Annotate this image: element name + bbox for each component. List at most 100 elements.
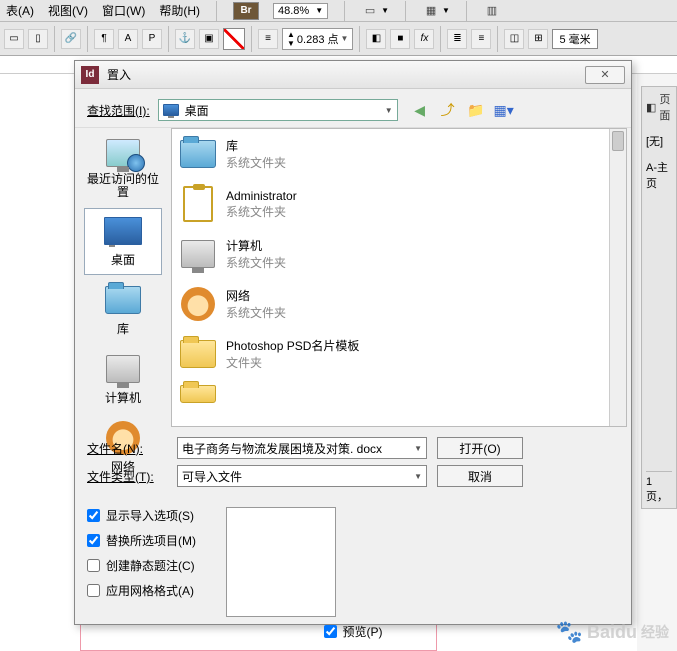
place-label: 计算机 [105, 389, 141, 406]
separator [344, 1, 345, 21]
filetype-combo[interactable]: 可导入文件 ▼ [177, 465, 427, 487]
wrap-icon[interactable]: ▣ [199, 29, 219, 49]
bridge-button[interactable]: Br [233, 2, 259, 20]
anchor-icon[interactable]: ⚓ [175, 29, 195, 49]
open-button[interactable]: 打开(O) [437, 437, 523, 459]
folder-icon [180, 340, 216, 368]
check-label: 显示导入选项(S) [106, 507, 194, 524]
view-menu-icon[interactable]: ▦▾ [494, 100, 514, 120]
menu-help[interactable]: 帮助(H) [159, 2, 200, 19]
view-mode-icon[interactable]: ▭ [361, 2, 379, 20]
menu-window[interactable]: 窗口(W) [102, 2, 145, 19]
file-sub: 文件夹 [226, 354, 359, 371]
separator [251, 26, 252, 52]
separator [405, 1, 406, 21]
swatch-icon[interactable]: ■ [390, 29, 410, 49]
place-library[interactable]: 库 [84, 277, 162, 344]
chevron-down-icon: ▼ [414, 472, 422, 481]
size-field[interactable]: 5 毫米 [552, 29, 597, 49]
checkbox[interactable] [87, 559, 100, 572]
check-label: 替换所选项目(M) [106, 532, 196, 549]
computer-icon [106, 355, 140, 383]
dialog-title: 置入 [107, 66, 577, 83]
stroke-icon[interactable]: ≡ [258, 29, 278, 49]
fx-icon[interactable]: fx [414, 29, 434, 49]
list-icon[interactable]: ≡ [471, 29, 491, 49]
place-label: 最近访问的位置 [85, 173, 161, 199]
pages-panel[interactable]: ◧页面 [无] A-主页 1 页， [641, 86, 677, 509]
list-item[interactable]: Photoshop PSD名片模板文件夹 [172, 329, 626, 379]
align-icon[interactable]: ¶ [94, 29, 114, 49]
checkbox[interactable] [87, 509, 100, 522]
place-desktop[interactable]: 桌面 [84, 208, 162, 275]
close-button[interactable]: ✕ [585, 66, 625, 84]
stroke-weight[interactable]: ▲▼ 0.283 点 ▼ [282, 28, 353, 50]
para-icon[interactable]: ≣ [447, 29, 467, 49]
checkbox[interactable] [87, 584, 100, 597]
static-caption-check[interactable]: 创建静态题注(C) [87, 557, 196, 574]
text-p-icon[interactable]: P [142, 29, 162, 49]
paw-icon: 🐾 [556, 619, 583, 645]
link-icon[interactable]: 🔗 [61, 29, 81, 49]
menu-table[interactable]: 表(A) [6, 2, 34, 19]
menu-view[interactable]: 视图(V) [48, 2, 88, 19]
up-icon[interactable]: ⤴ [438, 100, 458, 120]
cancel-button[interactable]: 取消 [437, 465, 523, 487]
show-import-options-check[interactable]: 显示导入选项(S) [87, 507, 196, 524]
transform-icon[interactable]: ◫ [504, 29, 524, 49]
replace-selected-check[interactable]: 替换所选项目(M) [87, 532, 196, 549]
preview-check[interactable]: 预览(P) [324, 623, 383, 640]
preview-box [226, 507, 336, 617]
lookin-value: 桌面 [185, 102, 209, 119]
checkbox[interactable] [87, 534, 100, 547]
place-computer[interactable]: 计算机 [84, 346, 162, 413]
chevron-down-icon: ▼ [315, 6, 323, 15]
separator [359, 26, 360, 52]
grid-format-check[interactable]: 应用网格格式(A) [87, 582, 196, 599]
scrollbar[interactable] [609, 129, 626, 426]
fill-swatch[interactable] [223, 28, 245, 50]
separator [216, 1, 217, 21]
file-sub: 系统文件夹 [226, 304, 286, 321]
checkbox[interactable] [324, 625, 337, 638]
chevron-down-icon: ▼ [414, 444, 422, 453]
list-item[interactable] [172, 379, 626, 409]
char-icon[interactable]: A [118, 29, 138, 49]
screen-mode-icon[interactable]: ▦ [422, 2, 440, 20]
place-recent[interactable]: 最近访问的位置 [84, 130, 162, 206]
filetype-label: 文件类型(T): [87, 468, 167, 485]
desktop-icon [104, 217, 142, 245]
watermark-sub: 经验 [641, 622, 669, 642]
list-item[interactable]: 库系统文件夹 [172, 129, 626, 179]
filetype-value: 可导入文件 [182, 468, 242, 485]
separator [497, 26, 498, 52]
tool-icon[interactable]: ▭ [4, 29, 24, 49]
scroll-thumb[interactable] [612, 131, 624, 151]
tool-icon[interactable]: ▯ [28, 29, 48, 49]
separator [54, 26, 55, 52]
separator [168, 26, 169, 52]
computer-icon [181, 240, 215, 268]
list-item[interactable]: Administrator系统文件夹 [172, 179, 626, 229]
file-sub: 系统文件夹 [226, 154, 286, 171]
a-master[interactable]: A-主页 [646, 159, 672, 191]
grid-icon[interactable]: ⊞ [528, 29, 548, 49]
new-folder-icon[interactable]: 📁 [466, 100, 486, 120]
zoom-level[interactable]: 48.8% ▼ [273, 3, 328, 19]
place-dialog: Id 置入 ✕ 查找范围(I): 桌面 ▼ ◀ ⤴ 📁 ▦▾ 最近访问的位置 桌… [74, 60, 632, 625]
lookin-select[interactable]: 桌面 ▼ [158, 99, 398, 121]
places-bar: 最近访问的位置 桌面 库 计算机 网络 [75, 128, 171, 427]
list-item[interactable]: 网络系统文件夹 [172, 279, 626, 329]
watermark: 🐾 Baidu 经验 [556, 619, 669, 645]
back-icon[interactable]: ◀ [410, 100, 430, 120]
arrange-icon[interactable]: ▥ [483, 2, 501, 20]
swatch-icon[interactable]: ◧ [366, 29, 386, 49]
file-name: 计算机 [226, 237, 286, 254]
filename-label: 文件名(N): [87, 440, 167, 457]
none-master[interactable]: [无] [646, 133, 672, 149]
file-name: 网络 [226, 287, 286, 304]
separator [87, 26, 88, 52]
filename-combo[interactable]: 电子商务与物流发展困境及对策. docx ▼ [177, 437, 427, 459]
list-item[interactable]: 计算机系统文件夹 [172, 229, 626, 279]
file-list[interactable]: 库系统文件夹 Administrator系统文件夹 计算机系统文件夹 网络系统文… [171, 128, 627, 427]
